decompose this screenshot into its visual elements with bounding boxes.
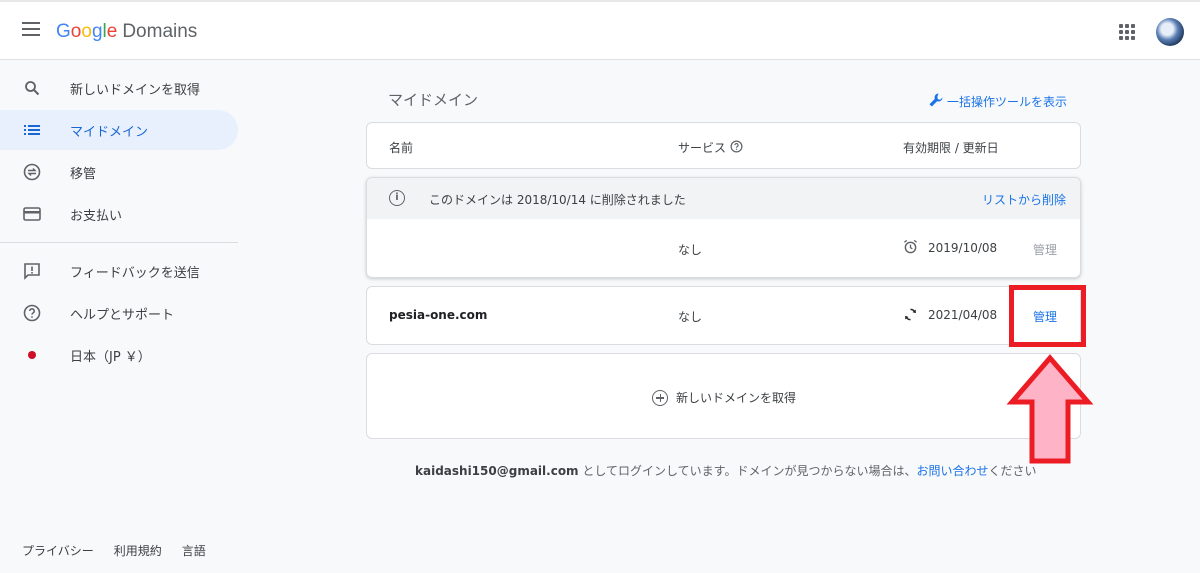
renewal-date: 2021/04/08 <box>928 308 998 322</box>
sidebar-item-label: お支払い <box>70 208 123 224</box>
deleted-notice-bar: i このドメインは 2018/10/14 に削除されました リストから削除 <box>367 178 1080 219</box>
table-header: 名前 サービス 有効期限 / 更新日 <box>366 122 1081 169</box>
brand-google: Google <box>56 21 118 42</box>
page-title: マイドメイン <box>388 91 479 109</box>
login-status: kaidashi150@gmail.com としてログインしています。ドメインが… <box>415 462 1037 479</box>
sidebar: 新しいドメインを取得 マイドメイン 移管 お支払い フィードバックを送信 ヘルプ… <box>0 60 240 573</box>
contact-link[interactable]: お問い合わせ <box>916 464 988 478</box>
annotation-arrow-icon <box>1006 354 1094 464</box>
add-domain-button[interactable]: 新しいドメインを取得 <box>652 389 796 406</box>
search-icon <box>22 78 42 98</box>
column-service: サービス <box>678 139 743 156</box>
footer-links: プライバシー 利用規約 言語 <box>22 542 206 559</box>
japan-flag-dot-icon <box>22 345 42 365</box>
google-domains-logo[interactable]: Google Domains <box>56 21 197 43</box>
apps-grid-icon[interactable] <box>1119 24 1135 40</box>
add-domain-card[interactable]: 新しいドメインを取得 <box>366 353 1081 439</box>
sidebar-divider <box>0 242 238 243</box>
column-service-label: サービス <box>678 141 727 155</box>
column-expiry: 有効期限 / 更新日 <box>903 141 999 155</box>
feedback-icon <box>22 261 42 281</box>
sidebar-item-region[interactable]: 日本（JP ￥） <box>0 335 238 375</box>
add-domain-label: 新しいドメインを取得 <box>676 391 797 405</box>
sidebar-item-transfer[interactable]: 移管 <box>0 152 238 192</box>
menu-icon[interactable] <box>22 22 40 36</box>
service-value: なし <box>678 243 703 257</box>
sidebar-item-register[interactable]: 新しいドメインを取得 <box>0 68 238 108</box>
login-email: kaidashi150@gmail.com <box>415 464 579 478</box>
expiry-date: 2019/10/08 <box>928 241 998 255</box>
top-bar: Google Domains <box>0 0 1200 60</box>
sidebar-item-label: マイドメイン <box>70 124 149 140</box>
sidebar-item-label: ヘルプとサポート <box>70 307 175 323</box>
bulk-tools-label: 一括操作ツールを表示 <box>947 95 1068 109</box>
alarm-icon <box>903 239 918 257</box>
sidebar-item-billing[interactable]: お支払い <box>0 194 238 234</box>
sidebar-item-label: 新しいドメインを取得 <box>70 82 201 98</box>
product-name: Domains <box>122 21 198 42</box>
sidebar-item-feedback[interactable]: フィードバックを送信 <box>0 251 238 291</box>
sidebar-item-label: 移管 <box>70 166 97 182</box>
deleted-notice-text: このドメインは 2018/10/14 に削除されました <box>429 193 686 207</box>
deleted-domain-card: i このドメインは 2018/10/14 に削除されました リストから削除 なし… <box>366 177 1081 278</box>
list-icon <box>22 120 42 140</box>
login-suffix: ください <box>988 464 1037 478</box>
autorenew-icon <box>903 307 918 325</box>
credit-card-icon <box>22 204 42 224</box>
add-circle-icon <box>652 389 668 406</box>
sidebar-item-help[interactable]: ヘルプとサポート <box>0 293 238 333</box>
remove-from-list-link[interactable]: リストから削除 <box>982 191 1066 208</box>
avatar[interactable] <box>1156 18 1184 46</box>
help-icon[interactable] <box>730 140 743 156</box>
bulk-tools-link[interactable]: 一括操作ツールを表示 <box>928 92 1067 111</box>
info-icon: i <box>389 190 405 206</box>
sidebar-item-label: 日本（JP ￥） <box>70 349 151 365</box>
login-text: としてログインしています。ドメインが見つからない場合は、 <box>578 464 917 478</box>
manage-link-disabled: 管理 <box>1033 243 1058 257</box>
language-link[interactable]: 言語 <box>182 542 206 559</box>
service-value: なし <box>678 310 703 324</box>
transfer-icon <box>22 162 42 182</box>
domain-name[interactable]: pesia-one.com <box>389 308 487 322</box>
sidebar-item-my-domains[interactable]: マイドメイン <box>0 110 238 150</box>
domain-row: pesia-one.com なし 2021/04/08 管理 <box>366 286 1081 345</box>
privacy-link[interactable]: プライバシー <box>22 542 94 559</box>
sidebar-item-label: フィードバックを送信 <box>70 265 200 281</box>
help-icon <box>22 303 42 323</box>
column-name: 名前 <box>389 141 414 155</box>
terms-link[interactable]: 利用規約 <box>114 542 162 559</box>
wrench-icon <box>928 92 944 111</box>
highlight-box <box>1009 285 1086 347</box>
